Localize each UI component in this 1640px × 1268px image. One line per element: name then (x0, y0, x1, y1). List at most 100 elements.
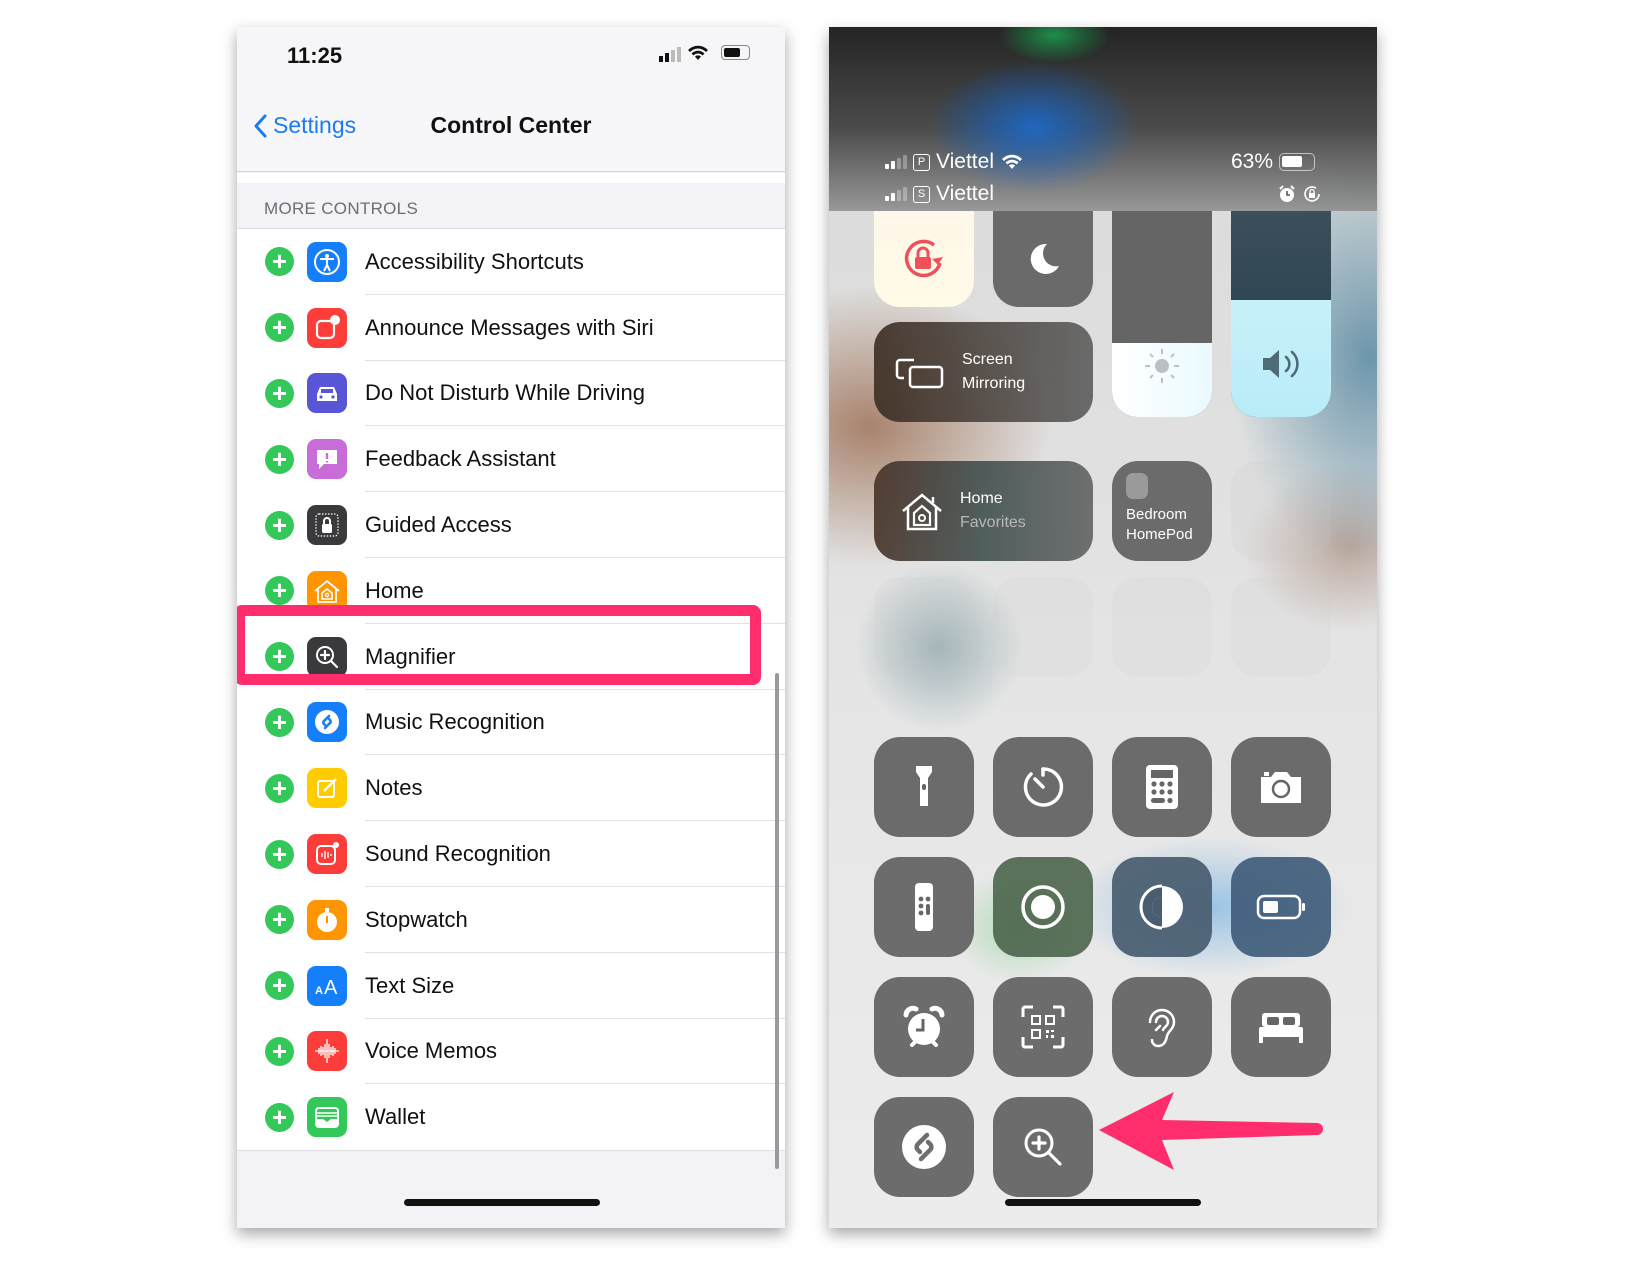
add-button[interactable]: + (265, 510, 294, 540)
qr-code-button[interactable] (993, 977, 1093, 1077)
home-subtitle: Favorites (960, 514, 1026, 531)
list-item-voice-memos: + Voice Memos (237, 1019, 785, 1085)
list-item-label: Sound Recognition (365, 841, 551, 867)
alarm-icon (900, 1003, 948, 1051)
placeholder-tile (993, 577, 1093, 677)
add-button[interactable]: + (265, 444, 294, 474)
screen-mirroring-line1: Screen (962, 351, 1013, 368)
wallet-icon (307, 1097, 347, 1138)
notes-icon (307, 768, 347, 809)
signal-icon (885, 155, 907, 169)
svg-text:A: A (315, 985, 323, 997)
list-item-label: Wallet (365, 1104, 426, 1130)
hearing-icon (1142, 1002, 1182, 1052)
calculator-button[interactable] (1112, 737, 1212, 837)
pointer-arrow (1099, 1092, 1323, 1170)
placeholder-tile (1231, 461, 1331, 561)
carrier-name: Viettel (936, 182, 994, 205)
add-button[interactable]: + (265, 378, 294, 408)
list-item-sound-recognition: + Sound Recognition (237, 821, 785, 887)
navigation-bar: Control Center Settings (237, 87, 785, 172)
add-button[interactable]: + (265, 576, 294, 606)
alarm-button[interactable] (874, 977, 974, 1077)
svg-text:A: A (324, 977, 338, 999)
homepod-line1: Bedroom (1126, 506, 1187, 523)
shazam-button[interactable] (874, 1097, 974, 1197)
voice-memos-icon (307, 1031, 347, 1072)
list-item-guided-access: + Guided Access (237, 492, 785, 558)
list-item-accessibility-shortcuts: + Accessibility Shortcuts (237, 229, 785, 295)
shazam-icon (897, 1120, 951, 1174)
list-item-stopwatch: + Stopwatch (237, 887, 785, 953)
scrollbar[interactable] (775, 673, 779, 1169)
low-power-icon (1256, 892, 1306, 922)
add-button[interactable]: + (265, 1036, 294, 1066)
home-indicator (1005, 1199, 1201, 1206)
add-button[interactable]: + (265, 707, 294, 737)
sleep-button[interactable] (1231, 977, 1331, 1077)
calculator-icon (1144, 763, 1180, 811)
add-button[interactable]: + (265, 905, 294, 935)
list-item-text-size: + AA Text Size (237, 953, 785, 1019)
screen-mirroring-button[interactable]: Screen Mirroring (874, 322, 1093, 422)
screen-mirroring-icon (895, 358, 944, 389)
sim-badge-secondary: S (913, 185, 930, 203)
status-bar: 11:25 (237, 27, 785, 87)
back-button[interactable]: Settings (253, 112, 356, 139)
timer-icon (1021, 765, 1065, 809)
list-item-announce-messages-with-siri: + Announce Messages with Siri (237, 295, 785, 361)
placeholder-tile (1112, 577, 1212, 677)
low-power-button[interactable] (1231, 857, 1331, 957)
camera-icon (1257, 767, 1305, 807)
magnifier-button[interactable] (993, 1097, 1093, 1197)
list-item-label: Music Recognition (365, 709, 545, 735)
volume-slider[interactable] (1231, 211, 1331, 417)
list-item-label: Announce Messages with Siri (365, 314, 654, 340)
feedback-icon (307, 439, 347, 480)
add-button[interactable]: + (265, 773, 294, 803)
add-button[interactable]: + (265, 971, 294, 1001)
screen-mirroring-label: Screen Mirroring (962, 348, 1025, 396)
add-button[interactable]: + (265, 313, 294, 343)
flashlight-button[interactable] (874, 737, 974, 837)
apple-tv-remote-button[interactable] (874, 857, 974, 957)
home-label: Home Favorites (960, 487, 1026, 535)
settings-control-center-screen: 11:25 Control Center Settings MORE CONTR… (237, 27, 785, 1228)
battery-icon (1279, 153, 1316, 171)
add-button[interactable]: + (265, 839, 294, 869)
placeholder-tile (874, 577, 974, 677)
carrier-name: Viettel (936, 150, 994, 173)
sound-recognition-icon (307, 834, 347, 875)
control-center-screen: P Viettel S Viettel 63% Screen Mirroring (829, 27, 1377, 1228)
list-item-label: Do Not Disturb While Driving (365, 380, 645, 406)
alarm-icon (1279, 185, 1295, 202)
homepod-button[interactable]: Bedroom HomePod (1112, 461, 1212, 561)
sleep-icon (1256, 1009, 1306, 1045)
add-button[interactable]: + (265, 1102, 294, 1132)
homepod-label: Bedroom HomePod (1126, 505, 1198, 545)
camera-button[interactable] (1231, 737, 1331, 837)
moon-icon (1030, 243, 1059, 274)
dark-mode-button[interactable] (1112, 857, 1212, 957)
battery-status: 63% (1231, 150, 1316, 174)
signal-icon (885, 187, 907, 201)
divider (237, 173, 785, 183)
add-button[interactable]: + (265, 247, 294, 277)
screen-record-button[interactable] (993, 857, 1093, 957)
more-controls-list: + Accessibility Shortcuts + Announce Mes… (237, 228, 785, 1152)
flashlight-icon (904, 762, 944, 812)
home-favorites-button[interactable]: Home Favorites (874, 461, 1093, 561)
screen-record-icon (1018, 882, 1068, 932)
qr-code-icon (1019, 1003, 1067, 1051)
orientation-lock-toggle[interactable] (874, 211, 974, 307)
lock-icon (307, 505, 347, 546)
do-not-disturb-toggle[interactable] (993, 211, 1093, 307)
wifi-icon (688, 45, 708, 60)
carrier-secondary: S Viettel (885, 182, 994, 206)
list-item-do-not-disturb-while-driving: + Do Not Disturb While Driving (237, 361, 785, 427)
battery-icon (721, 45, 750, 60)
stopwatch-icon (307, 899, 347, 940)
brightness-slider[interactable] (1112, 211, 1212, 417)
timer-button[interactable] (993, 737, 1093, 837)
hearing-button[interactable] (1112, 977, 1212, 1077)
